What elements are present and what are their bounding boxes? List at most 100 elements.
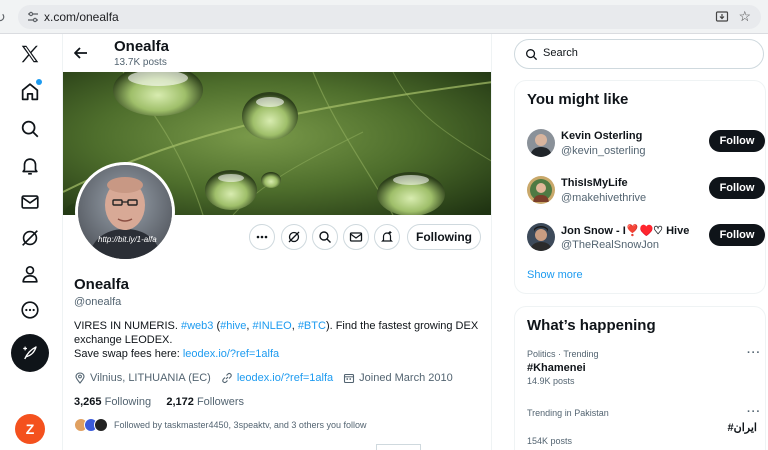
joined-text: Joined March 2010 bbox=[359, 372, 453, 384]
trend-count: 14.9K posts bbox=[527, 376, 575, 386]
trends-card: What’s happening Politics · Trending #Kh… bbox=[514, 306, 766, 450]
followers-count: 2,172 bbox=[166, 396, 194, 408]
followers-link[interactable]: 2,172 Followers bbox=[166, 396, 244, 408]
bio-link[interactable]: leodex.io/?ref=1alfa bbox=[183, 348, 279, 360]
user-avatar bbox=[527, 129, 555, 157]
search-input[interactable] bbox=[543, 47, 743, 59]
trend-item[interactable]: Politics · Trending #Khamenei 14.9K post… bbox=[527, 347, 760, 386]
trend-item[interactable]: Trending in Pakistan #ایران 154K posts ·… bbox=[527, 406, 760, 446]
location-pin-icon bbox=[75, 372, 85, 384]
notifications-bell-icon[interactable] bbox=[12, 148, 48, 184]
home-icon[interactable] bbox=[12, 74, 48, 110]
bookmark-star-icon[interactable]: ☆ bbox=[738, 8, 751, 25]
profile-handle: @onealfa bbox=[74, 296, 122, 308]
profile-person-icon[interactable] bbox=[12, 256, 48, 292]
notify-button[interactable] bbox=[374, 224, 400, 250]
search-icon bbox=[319, 231, 331, 243]
site-info-icon[interactable] bbox=[27, 11, 39, 23]
user-name: Jon Snow - I❣️♥️♡ Hive bbox=[561, 225, 690, 237]
follow-button[interactable]: Follow bbox=[709, 177, 765, 199]
user-handle: @kevin_osterling bbox=[561, 145, 646, 157]
followers-label: Followers bbox=[196, 396, 245, 408]
followed-by-row[interactable]: Followed by taskmaster4450, 3speaktv, an… bbox=[74, 417, 366, 433]
tab-bar-peek bbox=[376, 444, 421, 450]
header-name: Onealfa bbox=[114, 38, 170, 55]
compose-post-button[interactable] bbox=[11, 334, 49, 372]
bell-plus-icon bbox=[381, 231, 393, 242]
profile-avatar[interactable]: http://bit.ly/1-alfa bbox=[75, 162, 175, 262]
trend-name: #Khamenei bbox=[527, 362, 586, 374]
show-more-link[interactable]: Show more bbox=[527, 269, 583, 281]
ellipsis-icon bbox=[256, 235, 268, 239]
user-handle: @makehivethrive bbox=[561, 192, 647, 204]
bio-text: VIRES IN NUMERIS. bbox=[74, 320, 181, 332]
profile-bio: VIRES IN NUMERIS. #web3 (#hive, #INLEO, … bbox=[74, 319, 484, 361]
followed-by-text: Followed by taskmaster4450, 3speaktv, an… bbox=[114, 420, 367, 430]
location-item: Vilnius, LITHUANIA (EC) bbox=[74, 372, 211, 384]
address-bar[interactable]: x.com/onealfa ☆ bbox=[18, 5, 761, 29]
hashtag-inleo[interactable]: #INLEO bbox=[253, 320, 292, 332]
suggestion-item[interactable]: Kevin Osterling @kevin_osterling Follow bbox=[527, 127, 765, 161]
header-post-count: 13.7K posts bbox=[114, 57, 167, 68]
search-profile-button[interactable] bbox=[312, 224, 338, 250]
account-avatar[interactable]: Z bbox=[15, 414, 45, 444]
trend-context: Trending in Pakistan bbox=[527, 408, 609, 418]
following-label: Following bbox=[104, 396, 152, 408]
avatar-watermark-text: http://bit.ly/1-alfa bbox=[98, 235, 157, 244]
user-handle: @TheRealSnowJon bbox=[561, 239, 659, 251]
feather-plus-icon bbox=[23, 346, 37, 360]
grok-icon[interactable] bbox=[12, 220, 48, 256]
following-count: 3,265 bbox=[74, 396, 102, 408]
profile-name: Onealfa bbox=[74, 276, 130, 293]
following-link[interactable]: 3,265 Following bbox=[74, 396, 151, 408]
more-options-icon[interactable] bbox=[12, 292, 48, 328]
following-button[interactable]: Following bbox=[407, 224, 481, 250]
hashtag-btc[interactable]: #BTC bbox=[298, 320, 326, 332]
message-button[interactable] bbox=[343, 224, 369, 250]
trend-more-icon[interactable]: ··· bbox=[747, 406, 761, 418]
trend-context: Politics · Trending bbox=[527, 349, 599, 359]
follow-button[interactable]: Follow bbox=[709, 224, 765, 246]
hashtag-hive[interactable]: #hive bbox=[220, 320, 246, 332]
location-text: Vilnius, LITHUANIA (EC) bbox=[90, 372, 211, 384]
hashtag-web3[interactable]: #web3 bbox=[181, 320, 213, 332]
calendar-icon bbox=[344, 373, 355, 384]
trend-count: 154K posts bbox=[527, 436, 573, 446]
right-sidebar: You might like Kevin Osterling @kevin_os… bbox=[492, 34, 768, 450]
search-icon bbox=[526, 49, 538, 61]
card-title: What’s happening bbox=[527, 317, 656, 334]
browser-refresh-icon[interactable]: ↻ bbox=[0, 9, 6, 26]
back-arrow-icon[interactable] bbox=[71, 43, 91, 63]
profile-column: Onealfa 13.7K posts http://bit.ly/1-alfa… bbox=[62, 34, 492, 450]
suggestion-item[interactable]: ThisIsMyLife @makehivethrive Follow bbox=[527, 174, 765, 208]
website-link[interactable]: leodex.io/?ref=1alfa bbox=[237, 372, 333, 384]
profile-meta: Vilnius, LITHUANIA (EC) leodex.io/?ref=1… bbox=[74, 371, 463, 385]
grok-profile-button[interactable] bbox=[281, 224, 307, 250]
user-name: Kevin Osterling bbox=[561, 130, 643, 142]
messages-envelope-icon[interactable] bbox=[12, 184, 48, 220]
follow-button[interactable]: Follow bbox=[709, 130, 765, 152]
follower-avatar bbox=[94, 418, 108, 432]
card-title: You might like bbox=[527, 91, 629, 108]
browser-toolbar: ↻ x.com/onealfa ☆ bbox=[0, 0, 768, 34]
grok-icon bbox=[288, 231, 300, 243]
url-text: x.com/onealfa bbox=[44, 10, 119, 24]
website-item: leodex.io/?ref=1alfa bbox=[221, 372, 333, 384]
bio-text: Save swap fees here: bbox=[74, 348, 183, 360]
envelope-icon bbox=[349, 232, 363, 242]
joined-item: Joined March 2010 bbox=[343, 372, 453, 384]
suggestion-item[interactable]: Jon Snow - I❣️♥️♡ Hive @TheRealSnowJon F… bbox=[527, 221, 765, 255]
user-avatar bbox=[527, 223, 555, 251]
more-actions-button[interactable] bbox=[249, 224, 275, 250]
who-to-follow-card: You might like Kevin Osterling @kevin_os… bbox=[514, 80, 766, 294]
trend-more-icon[interactable]: ··· bbox=[747, 347, 761, 359]
x-logo-icon[interactable] bbox=[12, 36, 48, 72]
install-app-icon[interactable] bbox=[715, 10, 729, 24]
user-name: ThisIsMyLife bbox=[561, 177, 628, 189]
search-box[interactable] bbox=[514, 39, 764, 69]
explore-search-icon[interactable] bbox=[12, 111, 48, 147]
left-sidebar: Z bbox=[0, 34, 62, 450]
unread-dot bbox=[36, 79, 42, 85]
profile-header-bar: Onealfa 13.7K posts bbox=[63, 34, 491, 72]
user-avatar bbox=[527, 176, 555, 204]
